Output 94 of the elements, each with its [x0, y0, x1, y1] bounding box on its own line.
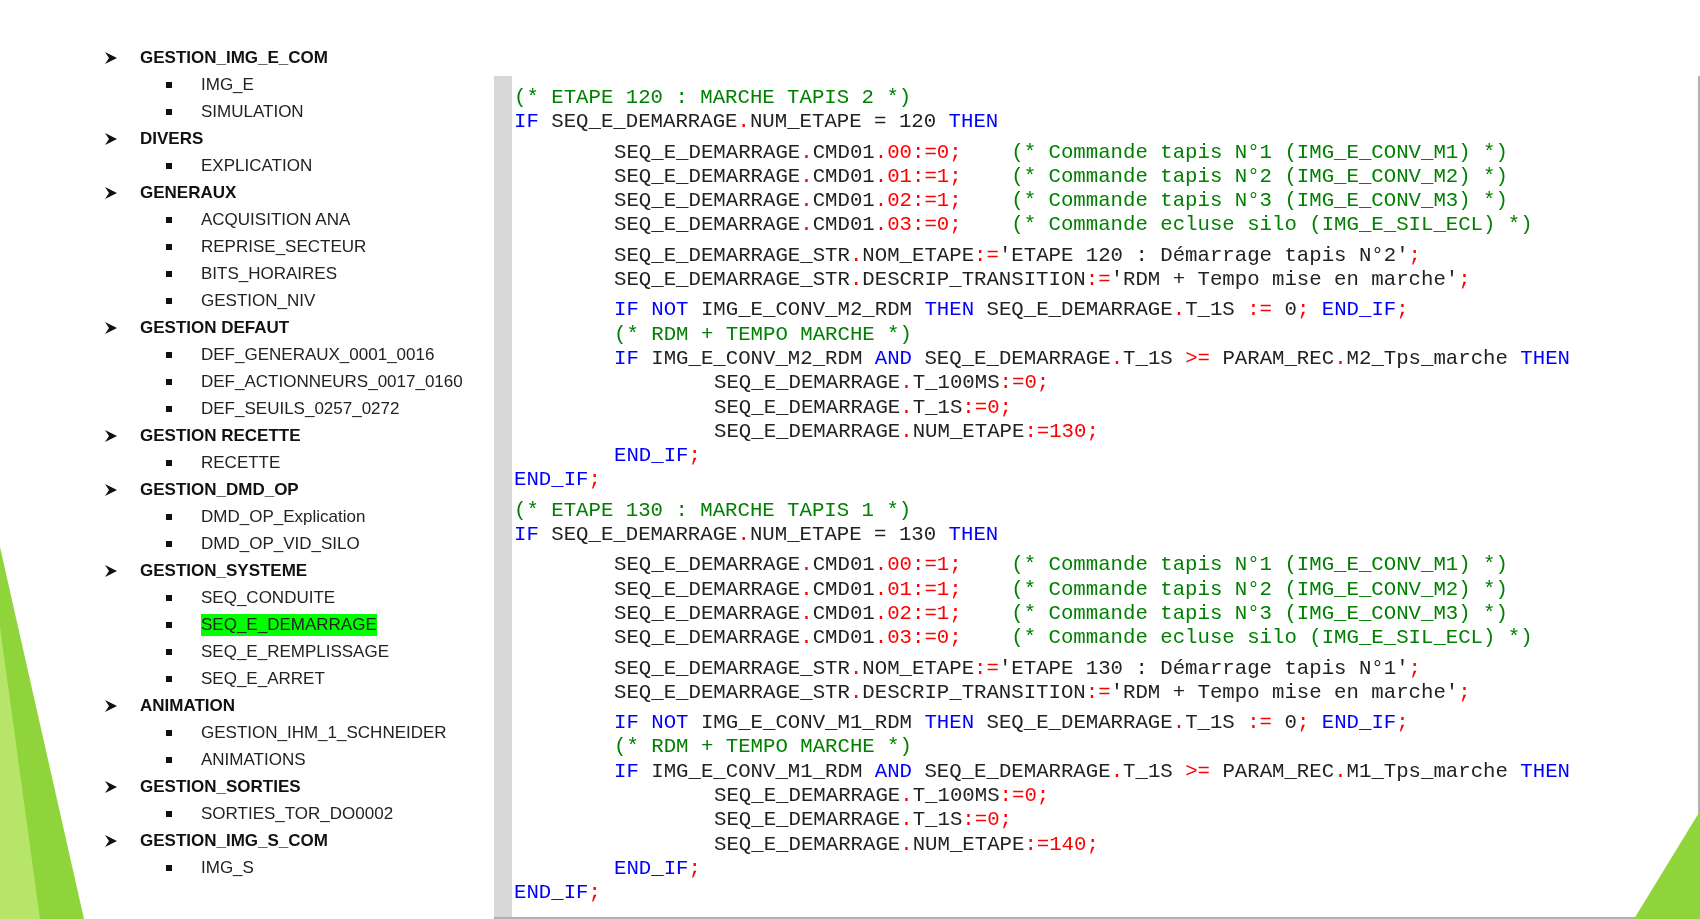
code-line: SEQ_E_DEMARRAGE_STR.NOM_ETAPE:='ETAPE 120 : Démarrage tapis N°2';	[613, 243, 1421, 269]
outline-item[interactable]: SEQ_E_DEMARRAGE	[201, 613, 377, 636]
arrowhead-bullet-icon	[104, 320, 118, 335]
outline-item[interactable]: SEQ_CONDUITE	[201, 586, 336, 609]
arrowhead-bullet-icon	[104, 131, 118, 146]
square-bullet-icon	[166, 648, 172, 655]
outline-item[interactable]: BITS_HORAIRES	[201, 262, 338, 285]
code-line: IF SEQ_E_DEMARRAGE.NUM_ETAPE = 120 THEN	[514, 110, 999, 135]
square-bullet-icon	[166, 297, 172, 304]
section-heading: GESTION_IMG_E_COM	[140, 46, 328, 69]
square-bullet-icon	[166, 513, 172, 520]
code-line: END_IF;	[613, 856, 701, 882]
square-bullet-icon	[166, 108, 172, 115]
code-line: SEQ_E_DEMARRAGE.CMD01.00:=1; (* Commande tapis N°1 (IMG_E_CONV_M1) *)	[613, 553, 1508, 578]
code-line: SEQ_E_DEMARRAGE_STR.NOM_ETAPE:='ETAPE 130 : Démarrage tapis N°1';	[613, 656, 1421, 681]
section-heading: DIVERS	[140, 127, 204, 150]
code-line: SEQ_E_DEMARRAGE.CMD01.00:=0; (* Commande tapis N°1 (IMG_E_CONV_M1) *)	[613, 140, 1508, 165]
code-line: SEQ_E_DEMARRAGE.T_100MS:=0;	[713, 371, 1050, 396]
outline-item[interactable]: REPRISE_SECTEUR	[201, 235, 367, 258]
square-bullet-icon	[166, 756, 172, 763]
square-bullet-icon	[166, 162, 172, 169]
code-line: (* ETAPE 120 : MARCHE TAPIS 2 *)	[514, 86, 912, 111]
code-line: SEQ_E_DEMARRAGE.CMD01.02:=1; (* Commande tapis N°3 (IMG_E_CONV_M3) *)	[613, 189, 1508, 214]
code-line: SEQ_E_DEMARRAGE_STR.DESCRIP_TRANSITION:='RDM + Tempo mise en marche';	[613, 268, 1471, 293]
arrowhead-bullet-icon	[104, 428, 118, 443]
outline-item[interactable]: SEQ_E_REMPLISSAGE	[201, 640, 390, 663]
code-line: SEQ_E_DEMARRAGE.T_1S:=0;	[713, 395, 1012, 420]
square-bullet-icon	[166, 81, 172, 88]
code-line: SEQ_E_DEMARRAGE.CMD01.03:=0; (* Commande ecluse silo (IMG_E_SIL_ECL) *)	[613, 213, 1533, 238]
code-line: IF NOT IMG_E_CONV_M2_RDM THEN SEQ_E_DEMARRAGE.T_1S := 0; END_IF;	[613, 298, 1409, 323]
arrowhead-bullet-icon	[104, 482, 118, 497]
outline-item[interactable]: SORTIES_TOR_DO0002	[201, 802, 394, 825]
outline-item[interactable]: SEQ_E_ARRET	[201, 667, 325, 690]
section-heading: ANIMATION	[140, 694, 236, 717]
arrowhead-bullet-icon	[104, 50, 118, 65]
arrowhead-bullet-icon	[104, 779, 118, 794]
square-bullet-icon	[166, 378, 172, 385]
outline-item[interactable]: DEF_ACTIONNEURS_0017_0160	[201, 370, 463, 393]
square-bullet-icon	[166, 621, 172, 628]
section-heading: GENERAUX	[140, 181, 237, 204]
code-line: SEQ_E_DEMARRAGE_STR.DESCRIP_TRANSITION:='RDM + Tempo mise en marche';	[613, 680, 1471, 706]
section-heading: GESTION_IMG_S_COM	[140, 829, 328, 852]
code-line: IF SEQ_E_DEMARRAGE.NUM_ETAPE = 130 THEN	[514, 523, 999, 548]
section-heading: GESTION_DMD_OP	[140, 478, 299, 501]
outline-item[interactable]: RECETTE	[201, 451, 281, 474]
outline-item[interactable]: DEF_GENERAUX_0001_0016	[201, 343, 435, 366]
outline-item[interactable]: EXPLICATION	[201, 154, 313, 177]
section-heading: GESTION_SYSTEME	[140, 559, 308, 582]
code-line: (* RDM + TEMPO MARCHE *)	[613, 322, 912, 347]
code-line: IF IMG_E_CONV_M2_RDM AND SEQ_E_DEMARRAGE.T_1S >= PARAM_REC.M2_Tps_marche THEN	[613, 346, 1571, 372]
arrowhead-bullet-icon	[104, 698, 118, 713]
code-line: SEQ_E_DEMARRAGE.CMD01.01:=1; (* Commande tapis N°2 (IMG_E_CONV_M2) *)	[613, 577, 1508, 602]
outline-item[interactable]: ANIMATIONS	[201, 748, 306, 771]
section-heading: GESTION RECETTE	[140, 424, 301, 447]
outline-item[interactable]: DMD_OP_VID_SILO	[201, 532, 360, 555]
square-bullet-icon	[166, 675, 172, 682]
code-line: IF IMG_E_CONV_M1_RDM AND SEQ_E_DEMARRAGE.T_1S >= PARAM_REC.M1_Tps_marche THEN	[613, 759, 1571, 784]
square-bullet-icon	[166, 270, 172, 277]
square-bullet-icon	[166, 729, 172, 736]
code-line: END_IF;	[613, 444, 701, 469]
outline-item[interactable]: ACQUISITION ANA	[201, 208, 351, 231]
outline-item[interactable]: DMD_OP_Explication	[201, 505, 366, 528]
square-bullet-icon	[166, 540, 172, 547]
code-line: SEQ_E_DEMARRAGE.T_100MS:=0;	[713, 784, 1050, 809]
section-heading: GESTION DEFAUT	[140, 316, 290, 339]
section-heading: GESTION_SORTIES	[140, 775, 301, 798]
arrowhead-bullet-icon	[104, 833, 118, 848]
square-bullet-icon	[166, 864, 172, 871]
code-line: (* RDM + TEMPO MARCHE *)	[613, 735, 912, 760]
code-line: IF NOT IMG_E_CONV_M1_RDM THEN SEQ_E_DEMARRAGE.T_1S := 0; END_IF;	[613, 711, 1409, 736]
code-line: (* ETAPE 130 : MARCHE TAPIS 1 *)	[514, 498, 912, 524]
code-line: SEQ_E_DEMARRAGE.CMD01.01:=1; (* Commande tapis N°2 (IMG_E_CONV_M2) *)	[613, 164, 1508, 190]
code-line: END_IF;	[514, 881, 601, 906]
code-line: SEQ_E_DEMARRAGE.NUM_ETAPE:=130;	[713, 419, 1099, 445]
code-line: SEQ_E_DEMARRAGE.T_1S:=0;	[713, 808, 1012, 833]
arrowhead-bullet-icon	[104, 185, 118, 200]
arrowhead-bullet-icon	[104, 563, 118, 578]
square-bullet-icon	[166, 405, 172, 412]
outline-item[interactable]: GESTION_IHM_1_SCHNEIDER	[201, 721, 447, 744]
outline-item[interactable]: IMG_E	[201, 73, 254, 96]
code-line: SEQ_E_DEMARRAGE.CMD01.02:=1; (* Commande tapis N°3 (IMG_E_CONV_M3) *)	[613, 601, 1508, 627]
outline-item[interactable]: DEF_SEUILS_0257_0272	[201, 397, 400, 420]
square-bullet-icon	[166, 594, 172, 601]
outline-item[interactable]: SIMULATION	[201, 100, 304, 123]
square-bullet-icon	[166, 351, 172, 358]
square-bullet-icon	[166, 459, 172, 466]
outline-item[interactable]: IMG_S	[201, 856, 254, 879]
code-line: SEQ_E_DEMARRAGE.CMD01.03:=0; (* Commande ecluse silo (IMG_E_SIL_ECL) *)	[613, 626, 1533, 651]
code-line: END_IF;	[514, 468, 601, 493]
code-line: SEQ_E_DEMARRAGE.NUM_ETAPE:=140;	[713, 832, 1099, 857]
square-bullet-icon	[166, 810, 172, 817]
square-bullet-icon	[166, 243, 172, 250]
square-bullet-icon	[166, 216, 172, 223]
outline-item[interactable]: GESTION_NIV	[201, 289, 316, 312]
